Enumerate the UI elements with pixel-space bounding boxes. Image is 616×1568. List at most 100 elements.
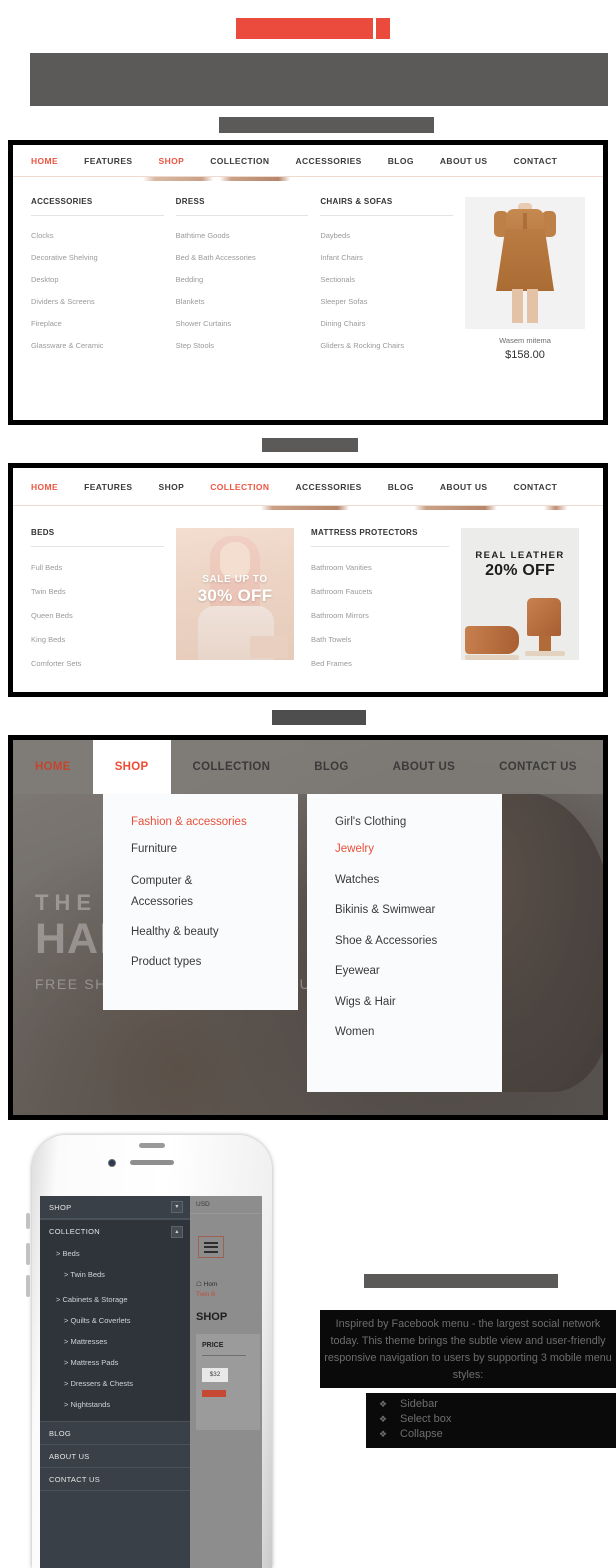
nav-item-about-us[interactable]: ABOUT US (440, 482, 488, 492)
phone-silent-switch[interactable] (26, 1213, 30, 1229)
nav-item-shop[interactable]: SHOP (92, 740, 171, 794)
sidebar-subitem-quilts-coverlets[interactable]: > Quilts & Coverlets (40, 1310, 190, 1331)
nav-item-home[interactable]: HOME (31, 482, 58, 492)
sidebar-item-shop[interactable]: SHOP ▾ (40, 1196, 190, 1219)
mega-link[interactable]: Bathroom Faucets (311, 580, 449, 604)
mega-link[interactable]: Blankets (176, 291, 309, 313)
mega-link[interactable]: Bed & Bath Accessories (176, 247, 309, 269)
sidebar-item-collection[interactable]: COLLECTION ▴ (40, 1220, 190, 1243)
dropdown-hero-frame: THE HANDBAGS FREE SHIPPING FOR THIS PROD… (8, 735, 608, 1120)
sidebar-subitem-cabinets-storage[interactable]: > Cabinets & Storage (40, 1289, 190, 1310)
mega-link[interactable]: Desktop (31, 269, 164, 291)
dropdown-item-girls-clothing[interactable]: Girl's Clothing (307, 794, 502, 834)
shop-nav-bar[interactable]: HOME FEATURES SHOP COLLECTION ACCESSORIE… (13, 145, 603, 177)
dropdown-item-healthy-beauty[interactable]: Healthy & beauty (103, 917, 298, 948)
mega-link[interactable]: Bath Towels (311, 628, 449, 652)
nav-item-shop[interactable]: SHOP (159, 156, 185, 166)
mega-link[interactable]: King Beds (31, 628, 164, 652)
dropdown-item-watches[interactable]: Watches (307, 865, 502, 896)
phone-volume-down-button[interactable] (26, 1275, 30, 1297)
sidebar-subitem-mattresses[interactable]: > Mattresses (40, 1331, 190, 1352)
sidebar-item-blog[interactable]: BLOG (40, 1422, 190, 1445)
chevron-down-icon[interactable]: ▾ (171, 1201, 183, 1213)
nav-item-features[interactable]: FEATURES (84, 156, 132, 166)
promo-sale-cell[interactable]: SALE UP TO 30% OFF (176, 528, 311, 676)
price-chip[interactable]: $32 (202, 1368, 228, 1382)
list-item-label: Select box (400, 1413, 452, 1425)
shop-mega-menu-frame: HOME FEATURES SHOP COLLECTION ACCESSORIE… (8, 140, 608, 425)
nav-item-features[interactable]: FEATURES (84, 482, 132, 492)
sidebar-item-contact-us[interactable]: CONTACT US (40, 1468, 190, 1491)
dropdown-item-women[interactable]: Women (307, 1017, 502, 1048)
dropdown-item-bikinis-swimwear[interactable]: Bikinis & Swimwear (307, 895, 502, 926)
dropdown-item-furniture[interactable]: Furniture (103, 834, 298, 865)
sidebar-subitem-twin-beds[interactable]: > Twin Beds (40, 1264, 190, 1285)
filter-apply-button[interactable] (202, 1390, 226, 1397)
mega-link[interactable]: Step Stools (176, 335, 309, 357)
mega-link[interactable]: Infant Chairs (320, 247, 453, 269)
mega-link[interactable]: Full Beds (31, 556, 164, 580)
sidebar-item-about-us[interactable]: ABOUT US (40, 1445, 190, 1468)
mega-link[interactable]: Glassware & Ceramic (31, 335, 164, 357)
mega-link[interactable]: Fireplace (31, 313, 164, 335)
dropdown-item-product-types[interactable]: Product types (103, 947, 298, 978)
nav-item-shop[interactable]: SHOP (159, 482, 185, 492)
hero-nav-bar[interactable]: HOME SHOP COLLECTION BLOG ABOUT US CONTA… (13, 740, 603, 794)
nav-item-about-us[interactable]: ABOUT US (440, 156, 488, 166)
nav-item-accessories[interactable]: ACCESSORIES (295, 482, 361, 492)
nav-item-accessories[interactable]: ACCESSORIES (295, 156, 361, 166)
dropdown-item-fashion-accessories[interactable]: Fashion & accessories (103, 794, 298, 834)
nav-item-home[interactable]: HOME (31, 156, 58, 166)
mega-link[interactable]: Shower Curtains (176, 313, 309, 335)
mega-link[interactable]: Gliders & Rocking Chairs (320, 335, 453, 357)
dropdown-level-2[interactable]: Girl's Clothing Jewelry Watches Bikinis … (307, 794, 502, 1092)
nav-item-contact[interactable]: CONTACT (513, 482, 557, 492)
mega-link[interactable]: Twin Beds (31, 580, 164, 604)
collection-nav-bar[interactable]: HOME FEATURES SHOP COLLECTION ACCESSORIE… (13, 468, 603, 506)
mega-link[interactable]: Sleeper Sofas (320, 291, 453, 313)
dropdown-item-computer-accessories[interactable]: Computer & Accessories (103, 865, 298, 917)
nav-item-blog[interactable]: BLOG (388, 156, 414, 166)
mega-link[interactable]: Bathroom Vanities (311, 556, 449, 580)
promo-sale-banner[interactable]: SALE UP TO 30% OFF (176, 528, 294, 660)
chevron-up-icon[interactable]: ▴ (171, 1225, 183, 1238)
nav-item-about-us[interactable]: ABOUT US (371, 740, 477, 794)
hamburger-menu-icon[interactable] (198, 1236, 224, 1258)
mega-link[interactable]: Bed Frames (311, 652, 449, 676)
sidebar-subitem-mattress-pads[interactable]: > Mattress Pads (40, 1352, 190, 1373)
dropdown-item-jewelry[interactable]: Jewelry (307, 834, 502, 865)
mega-link[interactable]: Dividers & Screens (31, 291, 164, 313)
mega-link[interactable]: Bathroom Mirrors (311, 604, 449, 628)
nav-item-blog[interactable]: BLOG (292, 740, 370, 794)
dropdown-item-eyewear[interactable]: Eyewear (307, 956, 502, 987)
home-icon[interactable]: ☖ (196, 1281, 202, 1288)
dropdown-item-wigs-hair[interactable]: Wigs & Hair (307, 987, 502, 1018)
mega-link[interactable]: Sectionals (320, 269, 453, 291)
currency-label[interactable]: USD (190, 1196, 262, 1214)
nav-item-home[interactable]: HOME (13, 740, 93, 794)
mega-link[interactable]: Queen Beds (31, 604, 164, 628)
sidebar-subitem-beds[interactable]: > Beds (40, 1243, 190, 1264)
phone-volume-up-button[interactable] (26, 1243, 30, 1265)
breadcrumb-home[interactable]: Hom (204, 1281, 218, 1288)
promo-leather-cell[interactable]: REAL LEATHER 20% OFF (461, 528, 579, 676)
featured-product[interactable]: Wasem mitema $158.00 (465, 197, 586, 361)
dropdown-level-1[interactable]: Fashion & accessories Furniture Computer… (103, 794, 298, 1010)
dropdown-item-shoe-accessories[interactable]: Shoe & Accessories (307, 926, 502, 957)
sidebar-subitem-dressers-chests[interactable]: > Dressers & Chests (40, 1373, 190, 1394)
nav-item-blog[interactable]: BLOG (388, 482, 414, 492)
nav-item-collection[interactable]: COLLECTION (210, 482, 269, 492)
mega-link[interactable]: Decorative Shelving (31, 247, 164, 269)
mega-link[interactable]: Daybeds (320, 225, 453, 247)
nav-item-contact-us[interactable]: CONTACT US (477, 740, 599, 794)
mega-link[interactable]: Bedding (176, 269, 309, 291)
promo-leather-banner[interactable]: REAL LEATHER 20% OFF (461, 528, 579, 660)
mega-link[interactable]: Dining Chairs (320, 313, 453, 335)
nav-item-contact[interactable]: CONTACT (513, 156, 557, 166)
sidebar-subitem-nightstands[interactable]: > Nightstands (40, 1394, 190, 1421)
nav-item-collection[interactable]: COLLECTION (171, 740, 293, 794)
nav-item-collection[interactable]: COLLECTION (210, 156, 269, 166)
mega-link[interactable]: Comforter Sets (31, 652, 164, 676)
mega-link[interactable]: Clocks (31, 225, 164, 247)
mega-link[interactable]: Bathtime Goods (176, 225, 309, 247)
